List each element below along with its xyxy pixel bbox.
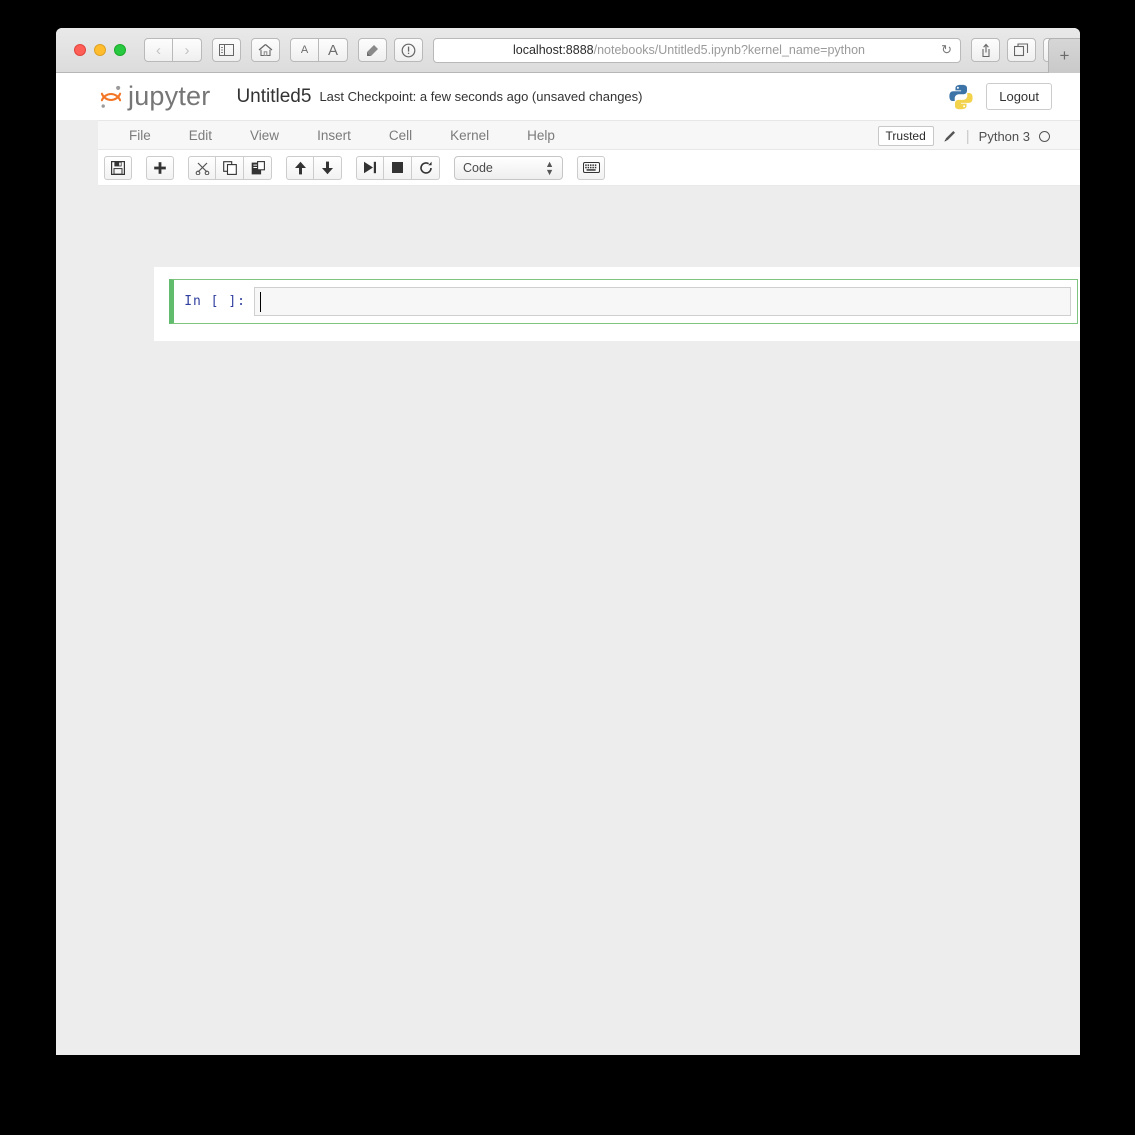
home-button[interactable] bbox=[251, 38, 280, 62]
cut-button[interactable] bbox=[188, 155, 216, 180]
notebook-container: In [ ]: bbox=[154, 267, 1080, 341]
chevron-right-icon: › bbox=[184, 41, 190, 59]
new-tab-label: + bbox=[1059, 46, 1070, 65]
palette-group bbox=[577, 155, 605, 180]
updown-arrows-icon: ▲ ▼ bbox=[545, 158, 554, 177]
stop-square-icon bbox=[392, 162, 403, 173]
restart-kernel-icon bbox=[419, 161, 432, 174]
trusted-badge[interactable]: Trusted bbox=[877, 126, 934, 146]
copy-button[interactable] bbox=[216, 155, 244, 180]
scissors-icon bbox=[195, 162, 209, 175]
run-cell-button[interactable] bbox=[356, 155, 384, 180]
move-group bbox=[286, 155, 342, 180]
plus-icon bbox=[154, 161, 166, 174]
text-size-small-label: A bbox=[300, 44, 309, 56]
checkpoint-status: Last Checkpoint: a few seconds ago (unsa… bbox=[319, 89, 643, 104]
notebook-toolbar: Code ▲ ▼ bbox=[98, 150, 1080, 186]
cell-type-value: Code bbox=[463, 160, 493, 175]
menu-item-file[interactable]: File bbox=[110, 128, 170, 143]
move-cell-up-button[interactable] bbox=[286, 155, 314, 180]
back-button[interactable]: ‹ bbox=[144, 38, 173, 62]
jupyter-logo-icon bbox=[100, 85, 122, 108]
menu-item-insert[interactable]: Insert bbox=[298, 128, 370, 143]
insert-cell-below-button[interactable] bbox=[146, 155, 174, 180]
save-button[interactable] bbox=[104, 155, 132, 180]
menubar: File Edit View Insert Cell Kernel Help T… bbox=[98, 120, 1080, 150]
notebook-name[interactable]: Untitled5 bbox=[236, 86, 311, 108]
code-cell[interactable]: In [ ]: bbox=[169, 279, 1078, 324]
window-controls bbox=[74, 44, 126, 56]
kernel-name-label: Python 3 bbox=[978, 128, 1030, 144]
save-group bbox=[104, 155, 132, 180]
command-palette-button[interactable] bbox=[577, 155, 605, 180]
forward-button[interactable]: › bbox=[173, 38, 202, 62]
insert-group bbox=[146, 155, 174, 180]
paste-icon bbox=[251, 160, 265, 174]
share-button[interactable] bbox=[971, 38, 1000, 62]
python-logo-icon bbox=[949, 84, 973, 109]
copy-icon bbox=[222, 160, 237, 175]
home-icon bbox=[258, 44, 273, 57]
minimize-window-button[interactable] bbox=[94, 44, 106, 56]
website-info-button[interactable] bbox=[394, 38, 423, 62]
menubar-separator: | bbox=[965, 127, 970, 145]
new-tab-button[interactable]: + bbox=[1048, 38, 1080, 73]
text-size-large-label: A bbox=[327, 41, 338, 59]
address-bar[interactable]: localhost:8888/notebooks/Untitled5.ipynb… bbox=[433, 37, 961, 63]
menubar-right-controls: Trusted | Python 3 bbox=[877, 121, 1050, 151]
arrow-down-icon bbox=[322, 161, 333, 174]
reader-button[interactable] bbox=[358, 38, 387, 62]
menu-item-edit[interactable]: Edit bbox=[170, 128, 231, 143]
arrow-up-icon bbox=[294, 161, 306, 174]
info-icon bbox=[401, 43, 416, 57]
kernel-idle-circle-icon bbox=[1039, 130, 1050, 142]
share-icon bbox=[981, 43, 990, 57]
navigation-buttons: ‹ › bbox=[144, 38, 202, 62]
keyboard-icon bbox=[582, 162, 600, 173]
maximize-window-button[interactable] bbox=[114, 44, 126, 56]
menu-item-help[interactable]: Help bbox=[508, 128, 574, 143]
cell-prompt: In [ ]: bbox=[184, 294, 246, 309]
interrupt-kernel-button[interactable] bbox=[384, 155, 412, 180]
text-cursor bbox=[260, 292, 261, 312]
logout-label: Logout bbox=[999, 89, 1039, 104]
increase-text-size-button[interactable]: A bbox=[319, 38, 348, 62]
text-size-buttons: A A bbox=[290, 38, 348, 62]
menu-item-kernel[interactable]: Kernel bbox=[431, 128, 508, 143]
save-floppy-icon bbox=[111, 160, 125, 175]
header-right-controls: Logout bbox=[946, 73, 1052, 120]
cell-input-area[interactable] bbox=[254, 287, 1071, 316]
menu-item-view[interactable]: View bbox=[231, 128, 298, 143]
menu-item-cell[interactable]: Cell bbox=[370, 128, 431, 143]
logout-button[interactable]: Logout bbox=[986, 83, 1052, 110]
run-cell-icon bbox=[364, 161, 376, 174]
sidebar-toggle-button[interactable] bbox=[212, 38, 241, 62]
run-group bbox=[356, 155, 440, 180]
chevron-left-icon: ‹ bbox=[156, 41, 161, 59]
paste-button[interactable] bbox=[244, 155, 272, 180]
sidebar-icon bbox=[219, 44, 234, 56]
clipboard-group bbox=[188, 155, 272, 180]
reload-icon[interactable]: ↻ bbox=[941, 42, 952, 58]
decrease-text-size-button[interactable]: A bbox=[290, 38, 319, 62]
close-window-button[interactable] bbox=[74, 44, 86, 56]
page-viewport: jupyter Untitled5 Last Checkpoint: a few… bbox=[56, 73, 1080, 1055]
jupyter-wordmark: jupyter bbox=[128, 81, 211, 111]
browser-window: ‹ › A A localhost:8888/notebooks/Untitle… bbox=[56, 28, 1080, 1055]
jupyter-logo[interactable]: jupyter bbox=[98, 81, 210, 112]
restart-kernel-button[interactable] bbox=[412, 155, 440, 180]
browser-toolbar: ‹ › A A localhost:8888/notebooks/Untitle… bbox=[56, 28, 1080, 73]
reader-icon bbox=[367, 45, 378, 56]
pencil-icon[interactable] bbox=[943, 129, 957, 143]
jupyter-header: jupyter Untitled5 Last Checkpoint: a few… bbox=[56, 73, 1080, 120]
url-text: localhost:8888/notebooks/Untitled5.ipynb… bbox=[513, 43, 865, 57]
move-cell-down-button[interactable] bbox=[314, 155, 342, 180]
show-tabs-button[interactable] bbox=[1007, 38, 1036, 62]
tabs-icon bbox=[1014, 43, 1029, 57]
cell-type-select[interactable]: Code ▲ ▼ bbox=[454, 155, 563, 180]
